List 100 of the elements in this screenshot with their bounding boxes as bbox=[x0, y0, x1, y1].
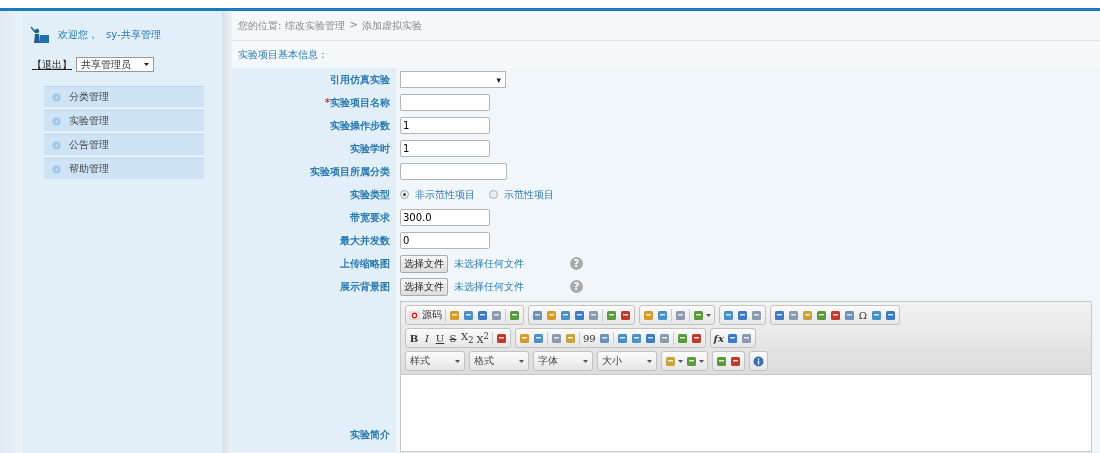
toolbar-icon[interactable] bbox=[871, 309, 882, 321]
field-label: *实验项目名称 bbox=[232, 91, 396, 115]
toolbar-icon[interactable] bbox=[716, 355, 727, 367]
source-button[interactable]: 源码 bbox=[409, 308, 442, 322]
breadcrumb-item[interactable]: 综改实验管理 bbox=[285, 19, 346, 40]
toolbar-icon[interactable] bbox=[726, 332, 738, 344]
toolbar-icon[interactable] bbox=[518, 332, 530, 344]
caret-icon bbox=[144, 63, 149, 66]
input-field[interactable]: 300.0 bbox=[400, 209, 490, 226]
menu-item[interactable]: 公告管理 bbox=[44, 134, 204, 155]
toolbar-icon[interactable] bbox=[676, 332, 688, 344]
toolbar-icon[interactable] bbox=[509, 309, 520, 321]
toolbar-icon[interactable] bbox=[816, 309, 827, 321]
select-field[interactable]: ▾ bbox=[400, 71, 506, 88]
toolbar-icon[interactable] bbox=[550, 332, 562, 344]
caret-icon[interactable] bbox=[699, 359, 704, 363]
ring-icon bbox=[52, 140, 61, 150]
toolbar-icon[interactable] bbox=[463, 309, 474, 321]
menu-item[interactable]: 实验管理 bbox=[44, 110, 204, 131]
rich-text-editor[interactable]: 源码 Ω B I U S X$_{2}$ X$^{2}$ 99 fx 样式 格式 字体 大小 bbox=[400, 301, 1092, 452]
toolbar-icon[interactable] bbox=[598, 332, 610, 344]
input-field[interactable] bbox=[400, 94, 490, 111]
toolbar-icon[interactable] bbox=[802, 309, 813, 321]
field-label: 带宽要求 bbox=[232, 206, 396, 230]
toolbar-icon[interactable] bbox=[606, 309, 617, 321]
dropdown[interactable]: 大小 bbox=[597, 351, 657, 371]
role-select[interactable]: 共享管理员 bbox=[76, 57, 154, 72]
toolbar-button[interactable]: X$_{2}$ bbox=[461, 331, 474, 345]
toolbar-icon[interactable] bbox=[620, 309, 631, 321]
toolbar-icon[interactable] bbox=[788, 309, 799, 321]
toolbar-button[interactable]: S bbox=[448, 332, 458, 344]
field-label: 实验学时 bbox=[232, 137, 396, 161]
toolbar-icon[interactable] bbox=[491, 309, 502, 321]
dropdown[interactable]: 格式 bbox=[469, 351, 529, 371]
toolbar-icon[interactable] bbox=[560, 309, 571, 321]
user-name: sy-共享管理 bbox=[106, 28, 161, 42]
toolbar-icon[interactable] bbox=[532, 309, 543, 321]
toolbar-icon[interactable] bbox=[740, 332, 752, 344]
field-label: 实验类型 bbox=[232, 183, 396, 207]
caret-icon[interactable] bbox=[678, 359, 683, 363]
dropdown[interactable]: 样式 bbox=[405, 351, 465, 371]
toolbar-icon[interactable] bbox=[730, 355, 741, 367]
toolbar-icon[interactable] bbox=[588, 309, 599, 321]
toolbar-icon[interactable] bbox=[675, 309, 686, 321]
breadcrumb-item[interactable]: 添加虚拟实验 bbox=[361, 19, 422, 40]
logout-link[interactable]: 【退出】 bbox=[32, 57, 72, 72]
toolbar-icon[interactable] bbox=[644, 332, 656, 344]
toolbar-button[interactable]: I bbox=[422, 332, 432, 344]
field-label: 上传缩略图 bbox=[232, 252, 396, 276]
toolbar-icon[interactable] bbox=[690, 332, 702, 344]
field-label: 最大并发数 bbox=[232, 229, 396, 253]
input-field[interactable]: 1 bbox=[400, 140, 490, 157]
toolbar-icon[interactable] bbox=[885, 309, 896, 321]
input-field[interactable] bbox=[400, 163, 507, 180]
info-icon[interactable] bbox=[753, 355, 764, 367]
required-mark: * bbox=[324, 97, 330, 108]
toolbar-icon[interactable] bbox=[449, 309, 460, 321]
toolbar-button[interactable]: U bbox=[435, 332, 445, 344]
toolbar-button[interactable]: 99 bbox=[582, 332, 596, 344]
toolbar-icon[interactable] bbox=[643, 309, 654, 321]
toolbar-icon[interactable] bbox=[844, 309, 855, 321]
toolbar-icon[interactable] bbox=[693, 309, 704, 321]
file-status: 未选择任何文件 bbox=[454, 256, 524, 271]
radio-label: 非示范性项目 bbox=[415, 187, 475, 202]
toolbar-icon[interactable] bbox=[564, 332, 576, 344]
breadcrumb-label: 您的位置: bbox=[238, 19, 282, 33]
toolbar-button[interactable]: Ω bbox=[858, 309, 868, 321]
caret-icon bbox=[455, 359, 460, 363]
toolbar-icon[interactable] bbox=[574, 309, 585, 321]
toolbar-icon[interactable] bbox=[830, 309, 841, 321]
radio-label: 示范性项目 bbox=[504, 187, 554, 202]
toolbar-icon[interactable] bbox=[532, 332, 544, 344]
input-field[interactable]: 1 bbox=[400, 117, 490, 134]
toolbar-icon[interactable] bbox=[546, 309, 557, 321]
toolbar-icon[interactable] bbox=[737, 309, 748, 321]
dropdown[interactable]: 字体 bbox=[533, 351, 593, 371]
input-field[interactable]: 0 bbox=[400, 232, 490, 249]
toolbar-icon[interactable] bbox=[658, 332, 670, 344]
menu-item[interactable]: 分类管理 bbox=[44, 86, 204, 107]
toolbar-icon[interactable] bbox=[477, 309, 488, 321]
field-label: 实验项目所属分类 bbox=[232, 160, 396, 184]
radio-button[interactable] bbox=[489, 190, 498, 199]
toolbar-icon[interactable] bbox=[630, 332, 642, 344]
toolbar-button[interactable]: fx bbox=[713, 332, 724, 344]
radio-button[interactable] bbox=[400, 190, 409, 199]
breadcrumb-separator: > bbox=[349, 19, 358, 32]
toolbar-icon[interactable] bbox=[751, 309, 762, 321]
toolbar-icon[interactable] bbox=[686, 355, 697, 367]
menu-item[interactable]: 帮助管理 bbox=[44, 158, 204, 179]
toolbar-button[interactable]: X$^{2}$ bbox=[476, 330, 489, 346]
choose-file-button[interactable]: 选择文件 bbox=[400, 254, 448, 273]
toolbar-icon[interactable] bbox=[616, 332, 628, 344]
file-status: 未选择任何文件 bbox=[454, 279, 524, 294]
toolbar-icon[interactable] bbox=[657, 309, 668, 321]
toolbar-icon[interactable] bbox=[723, 309, 734, 321]
toolbar-button[interactable]: B bbox=[409, 332, 419, 344]
toolbar-icon[interactable] bbox=[774, 309, 785, 321]
caret-icon[interactable] bbox=[706, 313, 711, 317]
choose-file-button[interactable]: 选择文件 bbox=[400, 277, 448, 296]
toolbar-icon[interactable] bbox=[495, 332, 507, 344]
